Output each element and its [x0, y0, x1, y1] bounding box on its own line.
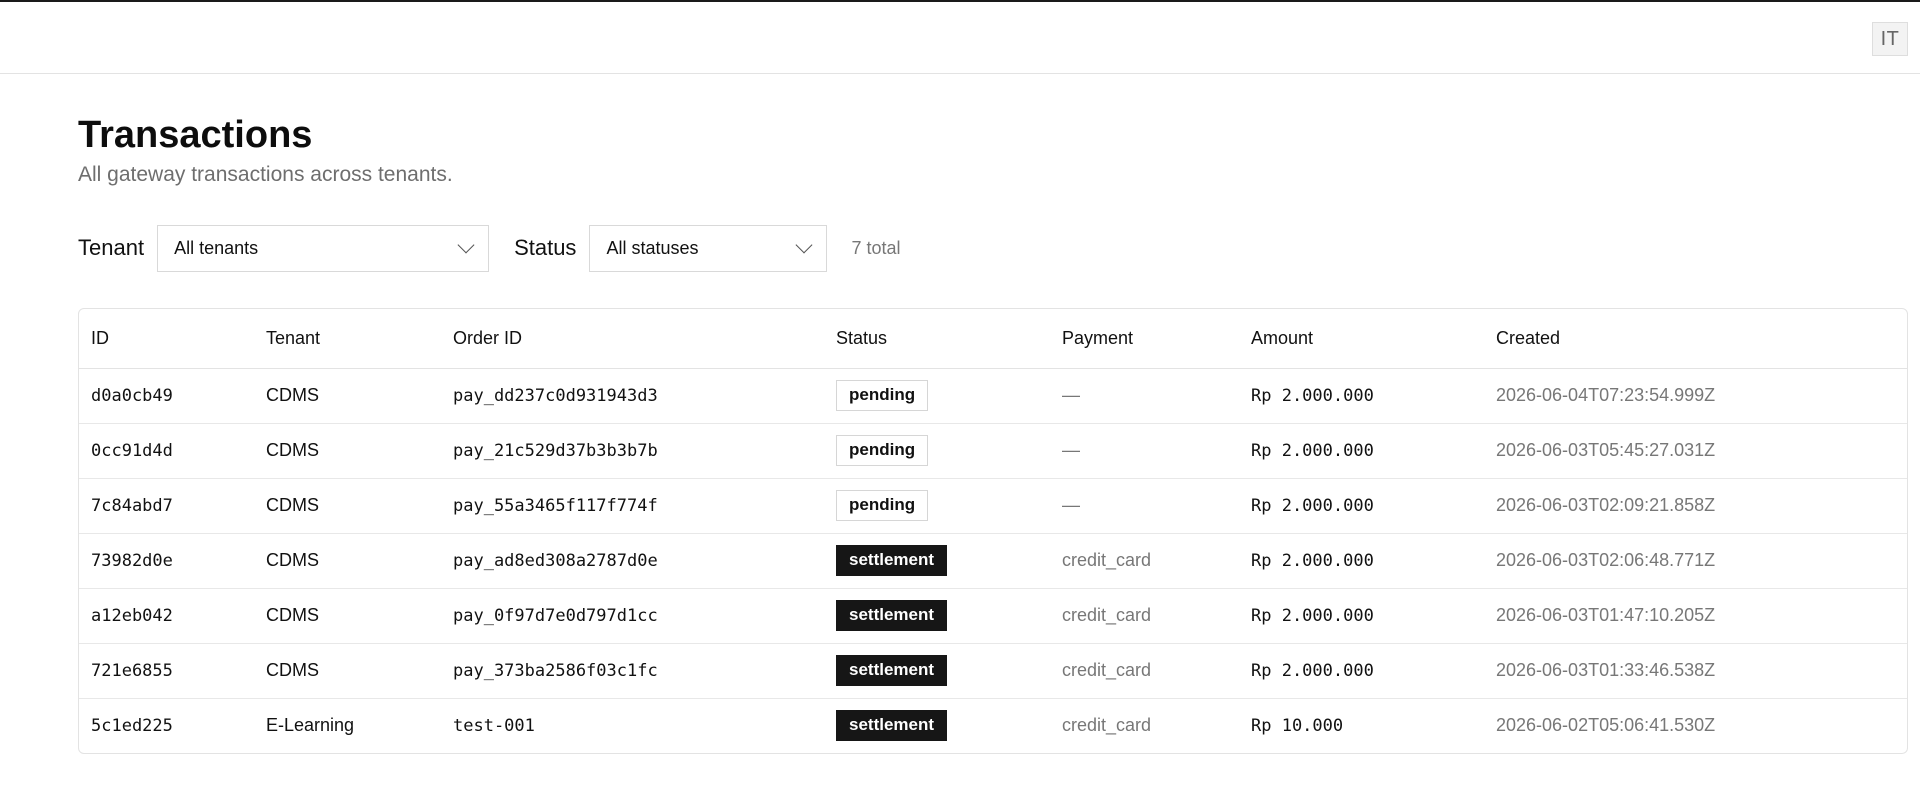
- cell-status: settlement: [824, 643, 1050, 699]
- cell-order-id: pay_21c529d37b3b3b7b: [441, 423, 824, 479]
- cell-id: d0a0cb49: [79, 368, 254, 424]
- status-badge: settlement: [836, 600, 948, 631]
- cell-id: a12eb042: [79, 588, 254, 644]
- column-header-order-id[interactable]: Order ID: [441, 309, 824, 369]
- page-subtitle: All gateway transactions across tenants.: [78, 163, 453, 186]
- cell-payment: —: [1050, 423, 1239, 479]
- cell-order-id: pay_373ba2586f03c1fc: [441, 643, 824, 699]
- cell-amount: Rp 2.000.000: [1239, 423, 1484, 479]
- tenant-select[interactable]: All tenants: [157, 224, 490, 272]
- column-header-id[interactable]: ID: [79, 309, 254, 369]
- cell-tenant: CDMS: [254, 423, 441, 479]
- table-row[interactable]: 7c84abd7 CDMS pay_55a3465f117f774f pendi…: [79, 478, 1907, 534]
- tenant-select-value: All tenants: [174, 237, 259, 258]
- cell-amount: Rp 2.000.000: [1239, 643, 1484, 699]
- cell-created: 2026-06-03T02:06:48.771Z: [1484, 533, 1907, 589]
- cell-tenant: CDMS: [254, 588, 441, 644]
- cell-id: 5c1ed225: [91, 715, 173, 736]
- main-content: Transactions All gateway transactions ac…: [78, 114, 1908, 754]
- cell-payment: credit_card: [1050, 643, 1239, 699]
- table-row[interactable]: 5c1ed225 E-Learning test-001 settlement …: [79, 698, 1907, 753]
- column-header-payment[interactable]: Payment: [1050, 309, 1239, 369]
- cell-id: 721e6855: [79, 643, 254, 699]
- cell-tenant: CDMS: [254, 533, 441, 589]
- column-header-created[interactable]: Created: [1484, 309, 1907, 369]
- cell-order-id: pay_ad8ed308a2787d0e: [441, 533, 824, 589]
- column-header-tenant[interactable]: Tenant: [254, 309, 441, 369]
- status-badge: settlement: [836, 545, 948, 576]
- cell-tenant: CDMS: [254, 368, 441, 424]
- chevron-down-icon: [795, 236, 813, 254]
- user-avatar[interactable]: IT: [1872, 22, 1908, 56]
- cell-created: 2026-06-03T01:33:46.538Z: [1484, 643, 1907, 699]
- top-bar: IT: [0, 2, 1920, 74]
- table-body: d0a0cb49 CDMS pay_dd237c0d931943d3 pendi…: [79, 368, 1907, 753]
- cell-created: 2026-06-02T05:06:41.530Z: [1496, 715, 1716, 736]
- cell-id: 73982d0e: [79, 533, 254, 589]
- cell-status: settlement: [824, 533, 1050, 589]
- cell-id: 0cc91d4d: [79, 423, 254, 479]
- cell-status: settlement: [824, 698, 1050, 753]
- page-title: Transactions: [78, 114, 313, 156]
- table-row[interactable]: 721e6855 CDMS pay_373ba2586f03c1fc settl…: [79, 643, 1907, 699]
- status-filter-label: Status: [514, 235, 577, 260]
- table-header: ID Tenant Order ID Status Payment Amount…: [79, 309, 1907, 369]
- cell-created: 2026-06-03T01:47:10.205Z: [1484, 588, 1907, 644]
- column-header-status[interactable]: Status: [824, 309, 1050, 369]
- cell-created: 2026-06-03T05:45:27.031Z: [1484, 423, 1907, 479]
- cell-tenant: CDMS: [254, 478, 441, 534]
- status-badge: pending: [836, 435, 929, 466]
- table-row[interactable]: d0a0cb49 CDMS pay_dd237c0d931943d3 pendi…: [79, 368, 1907, 424]
- status-select[interactable]: All statuses: [589, 224, 828, 272]
- filter-bar: Tenant All tenants Status All statuses 7…: [78, 224, 1908, 272]
- status-badge: settlement: [836, 655, 948, 686]
- transactions-table: ID Tenant Order ID Status Payment Amount…: [79, 309, 1907, 753]
- cell-payment: credit_card: [1050, 533, 1239, 589]
- cell-payment: credit_card: [1050, 588, 1239, 644]
- cell-created: 2026-06-03T02:09:21.858Z: [1484, 478, 1907, 534]
- cell-amount: Rp 2.000.000: [1239, 588, 1484, 644]
- cell-status: pending: [824, 423, 1050, 479]
- cell-amount: Rp 2.000.000: [1239, 478, 1484, 534]
- cell-payment: credit_card: [1062, 715, 1152, 736]
- cell-status: pending: [824, 368, 1050, 424]
- transactions-table-card: ID Tenant Order ID Status Payment Amount…: [78, 308, 1908, 754]
- cell-status: pending: [824, 478, 1050, 534]
- cell-amount: Rp 2.000.000: [1239, 533, 1484, 589]
- table-row[interactable]: 0cc91d4d CDMS pay_21c529d37b3b3b7b pendi…: [79, 423, 1907, 479]
- table-row[interactable]: a12eb042 CDMS pay_0f97d7e0d797d1cc settl…: [79, 588, 1907, 644]
- cell-order-id: pay_0f97d7e0d797d1cc: [441, 588, 824, 644]
- status-badge: pending: [836, 490, 929, 521]
- tenant-filter-label: Tenant: [78, 235, 145, 260]
- cell-payment: —: [1050, 478, 1239, 534]
- cell-order-id: pay_55a3465f117f774f: [441, 478, 824, 534]
- total-count: 7 total: [851, 237, 901, 258]
- cell-payment: —: [1050, 368, 1239, 424]
- chevron-down-icon: [457, 236, 475, 254]
- cell-id: 7c84abd7: [79, 478, 254, 534]
- cell-status: settlement: [824, 588, 1050, 644]
- table-row[interactable]: 73982d0e CDMS pay_ad8ed308a2787d0e settl…: [79, 533, 1907, 589]
- cell-order-id: test-001: [453, 715, 535, 736]
- table-header-row: ID Tenant Order ID Status Payment Amount…: [79, 309, 1907, 369]
- cell-created: 2026-06-04T07:23:54.999Z: [1484, 368, 1907, 424]
- cell-tenant: CDMS: [254, 643, 441, 699]
- cell-tenant: E-Learning: [266, 715, 355, 736]
- transactions-page: IT Transactions All gateway transactions…: [0, 0, 1920, 800]
- cell-amount: Rp 2.000.000: [1239, 368, 1484, 424]
- status-select-value: All statuses: [606, 237, 699, 258]
- cell-amount: Rp 10.000: [1251, 715, 1344, 736]
- cell-order-id: pay_dd237c0d931943d3: [441, 368, 824, 424]
- column-header-amount[interactable]: Amount: [1239, 309, 1484, 369]
- status-badge: pending: [836, 380, 929, 411]
- status-badge: settlement: [836, 710, 948, 742]
